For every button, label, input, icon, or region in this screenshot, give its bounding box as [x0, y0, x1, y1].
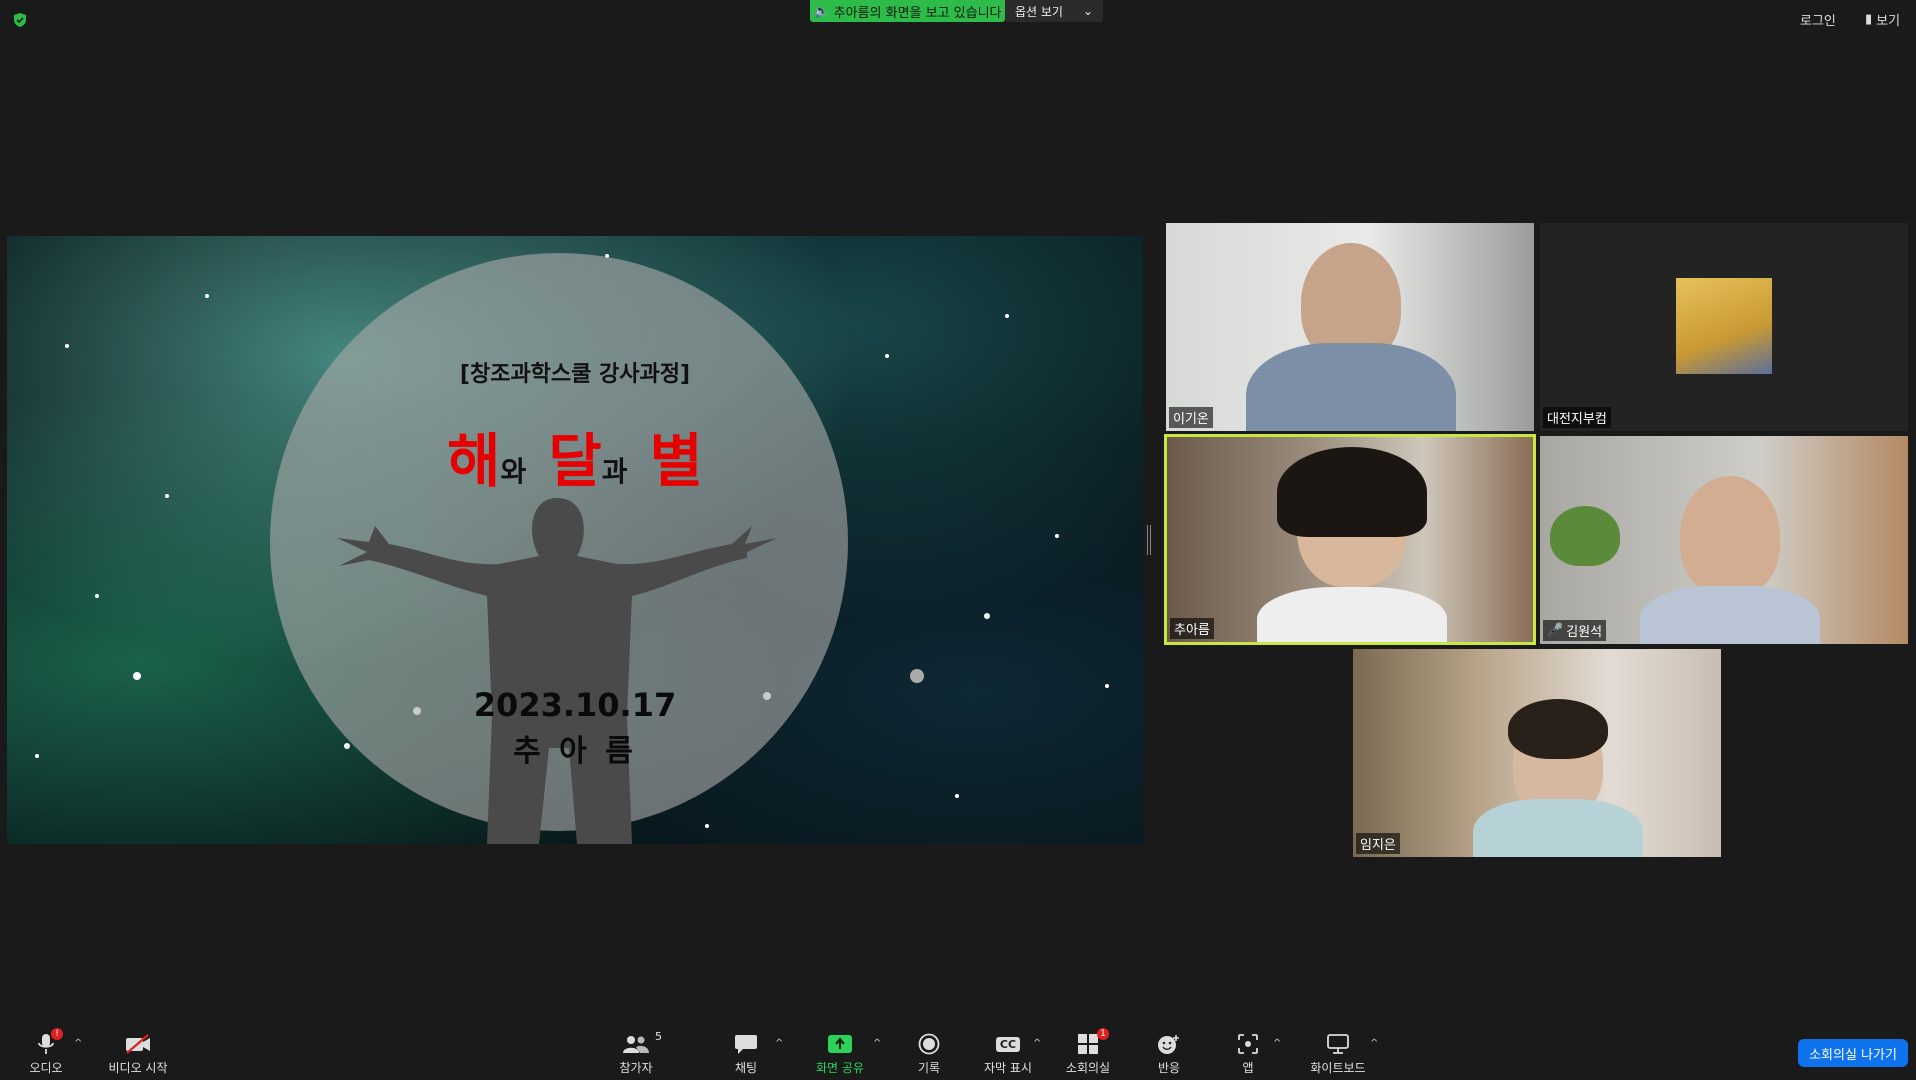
record-icon	[918, 1032, 940, 1056]
cc-glyph: CC	[995, 1036, 1021, 1052]
profile-picture	[1676, 278, 1772, 374]
participant-hair	[1508, 699, 1608, 759]
audio-options-caret-icon[interactable]: ^	[74, 1038, 82, 1049]
view-label: 보기	[1876, 14, 1901, 29]
view-options-label: 옵션 보기	[1015, 4, 1063, 19]
apps-icon	[1237, 1032, 1259, 1056]
breakout-badge: 1	[1097, 1028, 1109, 1040]
participant-shirt	[1640, 586, 1820, 644]
title-and-2: 과	[601, 455, 628, 488]
participant-name: 이기온	[1169, 407, 1213, 428]
security-shield-icon[interactable]	[12, 12, 28, 28]
muted-mic-icon: 🎤	[1547, 623, 1564, 638]
whiteboard-label: 화이트보드	[1310, 1061, 1366, 1075]
apps-label: 앱	[1242, 1061, 1254, 1075]
reactions-button[interactable]: 반응	[1129, 1032, 1209, 1076]
microphone-icon: !	[37, 1028, 63, 1056]
participant-name-text: 추아름	[1174, 623, 1210, 638]
participant-name-text: 김원석	[1566, 625, 1603, 640]
share-screen-icon	[827, 1032, 853, 1056]
start-video-button[interactable]: 비디오 시작	[98, 1032, 178, 1076]
participant-name: 🎤 김원석	[1543, 620, 1607, 641]
share-options-caret-icon[interactable]: ^	[873, 1038, 881, 1049]
participant-name-text: 이기온	[1173, 412, 1209, 427]
participant-hair	[1277, 447, 1427, 537]
share-screen-label: 화면 공유	[816, 1061, 864, 1075]
title-moon: 달	[548, 427, 602, 495]
splitter-handle[interactable]	[1146, 525, 1152, 555]
share-banner-text: 추아름의 화면을 보고 있습니다	[833, 5, 1002, 21]
video-tile[interactable]: 🎤 김원석	[1540, 436, 1908, 644]
video-tile[interactable]: 대전지부컴	[1540, 223, 1908, 431]
title-star: 별	[649, 427, 703, 495]
share-screen-button[interactable]: 화면 공유	[800, 1032, 880, 1076]
participants-count: 5	[655, 1030, 662, 1043]
meeting-toolbar: ! 오디오 ^ 비디오 시작 5 참가자 채팅 ^ 화면 공유 ^ 기록 CC …	[0, 1024, 1916, 1080]
participant-name-text: 대전지부컴	[1547, 412, 1607, 427]
record-button[interactable]: 기록	[889, 1032, 969, 1076]
slide-date: 2023.10.17	[473, 686, 677, 724]
view-options-button[interactable]: 옵션 보기 ⌄	[1005, 0, 1103, 22]
record-label: 기록	[917, 1061, 941, 1075]
title-and-1: 와	[500, 455, 527, 488]
participant-name: 임지은	[1356, 833, 1400, 854]
participants-label: 참가자	[619, 1061, 653, 1075]
chat-label: 채팅	[734, 1061, 758, 1075]
plant	[1550, 506, 1620, 566]
apps-options-caret-icon[interactable]: ^	[1273, 1038, 1281, 1049]
captions-options-caret-icon[interactable]: ^	[1033, 1038, 1041, 1049]
whiteboard-icon	[1326, 1032, 1350, 1056]
whiteboard-button[interactable]: 화이트보드	[1298, 1032, 1378, 1076]
whiteboard-options-caret-icon[interactable]: ^	[1370, 1038, 1378, 1049]
chevron-down-icon: ⌄	[1082, 4, 1093, 18]
breakout-rooms-icon: 1	[1077, 1028, 1109, 1056]
speaker-icon: 🔈	[813, 3, 830, 19]
person-silhouette	[337, 498, 777, 844]
video-tile-active-speaker[interactable]: 추아름	[1164, 434, 1536, 645]
captions-icon: CC	[995, 1032, 1021, 1056]
participant-name-text: 임지은	[1360, 838, 1396, 853]
participant-shirt	[1257, 587, 1447, 642]
audio-label: 오디오	[29, 1061, 63, 1075]
login-button[interactable]: 로그인	[1800, 10, 1836, 29]
participants-button[interactable]: 5 참가자	[596, 1030, 676, 1076]
screen-share-banner: 🔈 추아름의 화면을 보고 있습니다	[810, 0, 1005, 22]
reactions-icon	[1157, 1032, 1181, 1056]
participant-name: 대전지부컴	[1543, 407, 1611, 428]
shared-screen[interactable]: [창조과학스쿨 강사과정] 해와 달과 별 2023.10.17 추 아 름	[7, 236, 1143, 844]
layout-icon: ▮	[1865, 12, 1873, 27]
video-label: 비디오 시작	[108, 1061, 168, 1075]
slide-presenter: 추 아 름	[513, 734, 637, 769]
captions-label: 자막 표시	[984, 1061, 1032, 1075]
chat-icon	[734, 1032, 758, 1056]
breakout-rooms-button[interactable]: 1 소회의실	[1048, 1028, 1128, 1076]
slide-subtitle: [창조과학스쿨 강사과정]	[459, 362, 691, 387]
chat-button[interactable]: 채팅	[706, 1032, 786, 1076]
participant-video	[1680, 476, 1780, 596]
chat-options-caret-icon[interactable]: ^	[775, 1038, 783, 1049]
participant-shirt	[1246, 343, 1456, 431]
participant-name: 추아름	[1170, 618, 1214, 639]
audio-warning-badge: !	[51, 1028, 63, 1040]
reactions-label: 반응	[1157, 1061, 1181, 1075]
view-button[interactable]: ▮ 보기	[1865, 10, 1900, 29]
slide-title: 해와 달과 별	[7, 414, 1143, 498]
video-tile[interactable]: 임지은	[1353, 649, 1721, 857]
leave-breakout-room-button[interactable]: 소회의실 나가기	[1798, 1039, 1908, 1067]
participants-icon: 5	[622, 1030, 662, 1056]
video-off-icon	[124, 1032, 152, 1056]
breakout-rooms-label: 소회의실	[1065, 1061, 1111, 1075]
participant-shirt	[1473, 799, 1643, 857]
title-sun: 해	[447, 427, 501, 495]
video-tile[interactable]: 이기온	[1166, 223, 1534, 431]
